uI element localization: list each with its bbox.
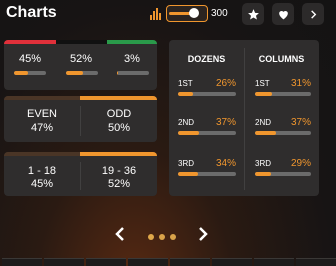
page-title: Charts xyxy=(6,4,57,21)
bar-chart-icon[interactable] xyxy=(150,8,162,20)
dozen-1-progress xyxy=(178,92,236,96)
even-odd-panel: EVEN 47% ODD 50% xyxy=(4,96,157,142)
limit-slider-knob[interactable] xyxy=(189,8,199,18)
even-percent: 47% xyxy=(30,122,54,134)
black-bar xyxy=(56,40,107,44)
low-high-bar xyxy=(4,152,157,156)
low-high-panel: 1 - 18 45% 19 - 36 52% xyxy=(4,152,157,196)
odd-percent: 50% xyxy=(107,122,131,134)
dozen-1-percent: 26% xyxy=(215,78,236,89)
column-1-percent: 31% xyxy=(290,78,311,89)
favorite-star-button[interactable] xyxy=(242,3,264,25)
red-percent: 45% xyxy=(18,53,42,65)
even-label: EVEN xyxy=(27,108,57,120)
dozen-3-progress xyxy=(178,172,236,176)
dozens-columns-divider xyxy=(244,48,245,190)
even-odd-bar xyxy=(4,96,157,100)
chevron-right-icon xyxy=(310,9,316,19)
odd-bar-fill xyxy=(80,96,157,100)
limit-value: 300 xyxy=(211,8,228,19)
high-bar-fill xyxy=(80,152,157,156)
page-dot-3[interactable] xyxy=(170,234,176,240)
red-progress-fill xyxy=(14,71,29,75)
column-3-progress xyxy=(255,172,311,176)
dozen-1-progress-fill xyxy=(178,92,194,96)
green-progress-fill xyxy=(117,71,118,75)
dozens-columns-panel: DOZENS COLUMNS 1ST 26% 2ND 37% 3RD 34% 1… xyxy=(169,40,319,196)
column-2-progress-fill xyxy=(255,131,276,135)
green-percent: 3% xyxy=(124,53,140,65)
favorite-heart-button[interactable] xyxy=(272,3,294,25)
limit-slider-fill xyxy=(169,12,191,15)
green-bar xyxy=(107,40,157,44)
column-1-label: 1ST xyxy=(255,79,270,88)
color-stats-panel: 45% 52% 3% xyxy=(4,40,157,90)
dozen-2-progress xyxy=(178,131,236,135)
dozen-3-label: 3RD xyxy=(178,159,195,168)
page-dot-2[interactable] xyxy=(159,234,165,240)
heart-icon xyxy=(278,10,288,19)
next-page-button[interactable] xyxy=(197,226,209,247)
dozen-2-progress-fill xyxy=(178,131,200,135)
dozen-3-progress-fill xyxy=(178,172,198,176)
dozen-3-percent: 34% xyxy=(215,158,236,169)
red-progress xyxy=(14,71,46,75)
chevron-right-icon xyxy=(199,227,208,241)
tray-slot xyxy=(128,258,168,266)
tray-slot xyxy=(212,258,252,266)
dozen-1-label: 1ST xyxy=(178,79,193,88)
high-range-label: 19 - 36 xyxy=(101,165,137,177)
page-dot-1[interactable] xyxy=(148,234,154,240)
black-progress xyxy=(66,71,98,75)
green-progress xyxy=(117,71,149,75)
limit-slider[interactable] xyxy=(166,5,208,22)
tray-slot xyxy=(254,258,294,266)
tray-slot xyxy=(44,258,84,266)
tray-slot xyxy=(296,258,336,266)
low-range-percent: 45% xyxy=(30,178,54,190)
column-1-progress-fill xyxy=(255,92,273,96)
column-3-label: 3RD xyxy=(255,159,272,168)
bottom-tray xyxy=(0,258,336,266)
tray-slot xyxy=(2,258,42,266)
tray-slot xyxy=(170,258,210,266)
odd-label: ODD xyxy=(106,108,132,120)
column-3-percent: 29% xyxy=(290,158,311,169)
dozen-2-label: 2ND xyxy=(178,118,195,127)
black-progress-fill xyxy=(66,71,83,75)
star-icon xyxy=(247,8,259,20)
column-2-percent: 37% xyxy=(290,117,311,128)
column-3-progress-fill xyxy=(255,172,272,176)
column-2-label: 2ND xyxy=(255,118,272,127)
prev-page-button[interactable] xyxy=(114,226,126,247)
chevron-left-icon xyxy=(115,227,124,241)
high-range-percent: 52% xyxy=(107,178,131,190)
red-bar xyxy=(4,40,56,44)
low-range-label: 1 - 18 xyxy=(27,165,57,177)
header-bar: Charts 300 xyxy=(0,0,336,32)
column-2-progress xyxy=(255,131,311,135)
columns-heading: COLUMNS xyxy=(258,54,305,64)
dozens-heading: DOZENS xyxy=(187,54,226,64)
black-percent: 52% xyxy=(69,53,93,65)
column-1-progress xyxy=(255,92,311,96)
dozen-2-percent: 37% xyxy=(215,117,236,128)
tray-slot xyxy=(86,258,126,266)
next-button[interactable] xyxy=(302,3,324,25)
